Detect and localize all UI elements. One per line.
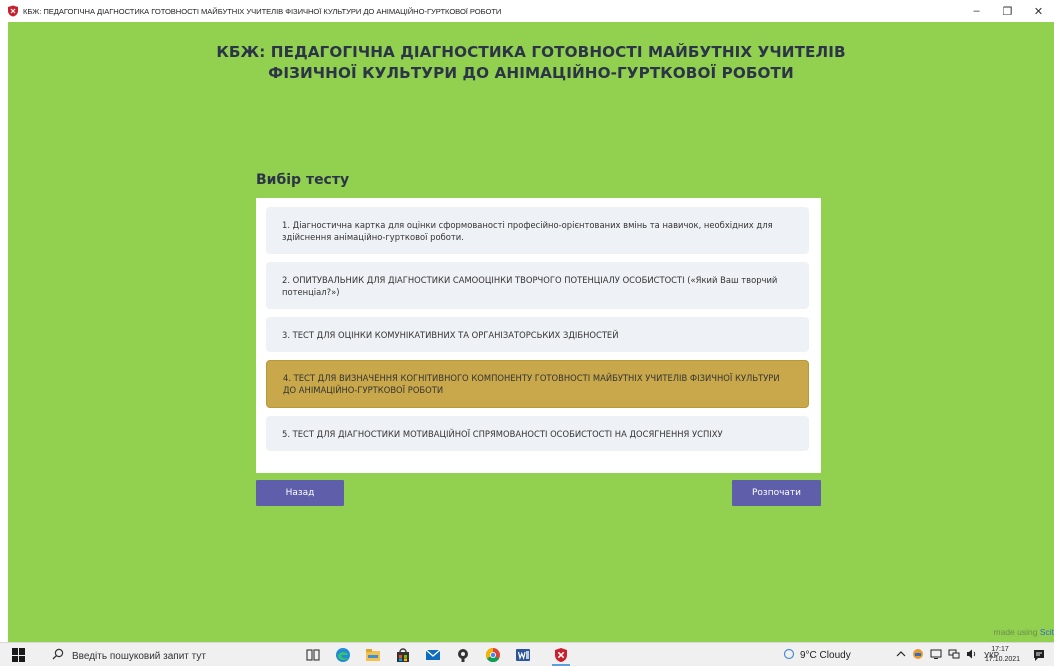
made-using-text: made using: [993, 627, 1040, 637]
shield-app-icon[interactable]: [552, 646, 570, 666]
search-icon: [52, 647, 64, 665]
test-item-label: 3. ТЕСТ ДЛЯ ОЦІНКИ КОМУНІКАТИВНИХ ТА ОРГ…: [282, 329, 619, 340]
test-item-label: 2. ОПИТУВАЛЬНИК ДЛЯ ДІАГНОСТИКИ САМООЦІН…: [282, 274, 778, 297]
window-title-bar: КБЖ: ПЕДАГОГІЧНА ДІАГНОСТИКА ГОТОВНОСТІ …: [0, 0, 1054, 22]
test-item-2[interactable]: 2. ОПИТУВАЛЬНИК ДЛЯ ДІАГНОСТИКИ САМООЦІН…: [266, 262, 809, 309]
page-title: КБЖ: ПЕДАГОГІЧНА ДІАГНОСТИКА ГОТОВНОСТІ …: [8, 42, 1054, 84]
tool-app-icon[interactable]: [454, 646, 472, 664]
file-explorer-icon[interactable]: [364, 646, 382, 664]
test-item-1[interactable]: 1. Діагностична картка для оцінки сформо…: [266, 207, 809, 254]
tray-app-icon[interactable]: [912, 648, 924, 663]
network-icon[interactable]: [948, 648, 960, 663]
shield-icon: [7, 5, 19, 17]
test-item-5[interactable]: 5. ТЕСТ ДЛЯ ДІАГНОСТИКИ МОТИВАЦІЙНОЇ СПР…: [266, 416, 809, 451]
taskbar: Введіть пошуковий запит тут 9°C Cloudy У…: [0, 642, 1054, 666]
section-title: Вибір тесту: [256, 172, 350, 188]
edge-browser-icon[interactable]: [334, 646, 352, 664]
maximize-button[interactable]: ❐: [992, 0, 1023, 22]
volume-icon[interactable]: [966, 648, 978, 663]
back-button[interactable]: Назад: [256, 480, 344, 506]
test-item-label: 1. Діагностична картка для оцінки сформо…: [282, 219, 773, 242]
display-icon[interactable]: [930, 648, 942, 663]
store-icon[interactable]: [394, 646, 412, 664]
start-button[interactable]: Розпочати: [732, 480, 821, 506]
taskbar-clock[interactable]: 17:17 17.10.2021: [985, 645, 1021, 665]
search-input[interactable]: Введіть пошуковий запит тут: [72, 651, 206, 662]
test-item-label: 4. ТЕСТ ДЛЯ ВИЗНАЧЕННЯ КОГНІТИВНОГО КОМП…: [283, 373, 780, 395]
test-item-4[interactable]: 4. ТЕСТ ДЛЯ ВИЗНАЧЕННЯ КОГНІТИВНОГО КОМП…: [266, 360, 809, 408]
cloud-icon: [782, 648, 796, 663]
app-content: КБЖ: ПЕДАГОГІЧНА ДІАГНОСТИКА ГОТОВНОСТІ …: [8, 22, 1054, 642]
minimize-button[interactable]: –: [961, 0, 992, 22]
test-item-label: 5. ТЕСТ ДЛЯ ДІАГНОСТИКИ МОТИВАЦІЙНОЇ СПР…: [282, 428, 723, 439]
window-title: КБЖ: ПЕДАГОГІЧНА ДІАГНОСТИКА ГОТОВНОСТІ …: [23, 6, 502, 16]
weather-widget[interactable]: 9°C Cloudy: [782, 643, 851, 666]
windows-logo-icon[interactable]: [12, 648, 26, 662]
notification-icon[interactable]: [1030, 646, 1048, 664]
close-button[interactable]: ✕: [1023, 0, 1054, 22]
test-list-panel: 1. Діагностична картка для оцінки сформо…: [256, 198, 821, 473]
mail-icon[interactable]: [424, 646, 442, 664]
system-tray[interactable]: УКР: [896, 643, 999, 666]
clock-time: 17:17: [991, 646, 1009, 653]
chrome-icon[interactable]: [484, 646, 502, 664]
window-controls: – ❐ ✕: [961, 0, 1054, 22]
chevron-up-icon[interactable]: [896, 649, 906, 662]
weather-text: 9°C Cloudy: [800, 649, 851, 661]
page-title-line-2: ФІЗИЧНОЇ КУЛЬТУРИ ДО АНІМАЦІЙНО-ГУРТКОВО…: [268, 64, 794, 82]
word-icon[interactable]: [514, 646, 532, 664]
clock-date: 17.10.2021: [985, 656, 1021, 663]
page-title-line-1: КБЖ: ПЕДАГОГІЧНА ДІАГНОСТИКА ГОТОВНОСТІ …: [216, 43, 846, 61]
made-using-credit: made using Scit: [994, 627, 1054, 637]
test-item-3[interactable]: 3. ТЕСТ ДЛЯ ОЦІНКИ КОМУНІКАТИВНИХ ТА ОРГ…: [266, 317, 809, 352]
taskbar-search[interactable]: Введіть пошуковий запит тут: [52, 647, 206, 665]
made-using-link[interactable]: Scit: [1040, 627, 1054, 637]
task-view-icon[interactable]: [304, 646, 322, 664]
